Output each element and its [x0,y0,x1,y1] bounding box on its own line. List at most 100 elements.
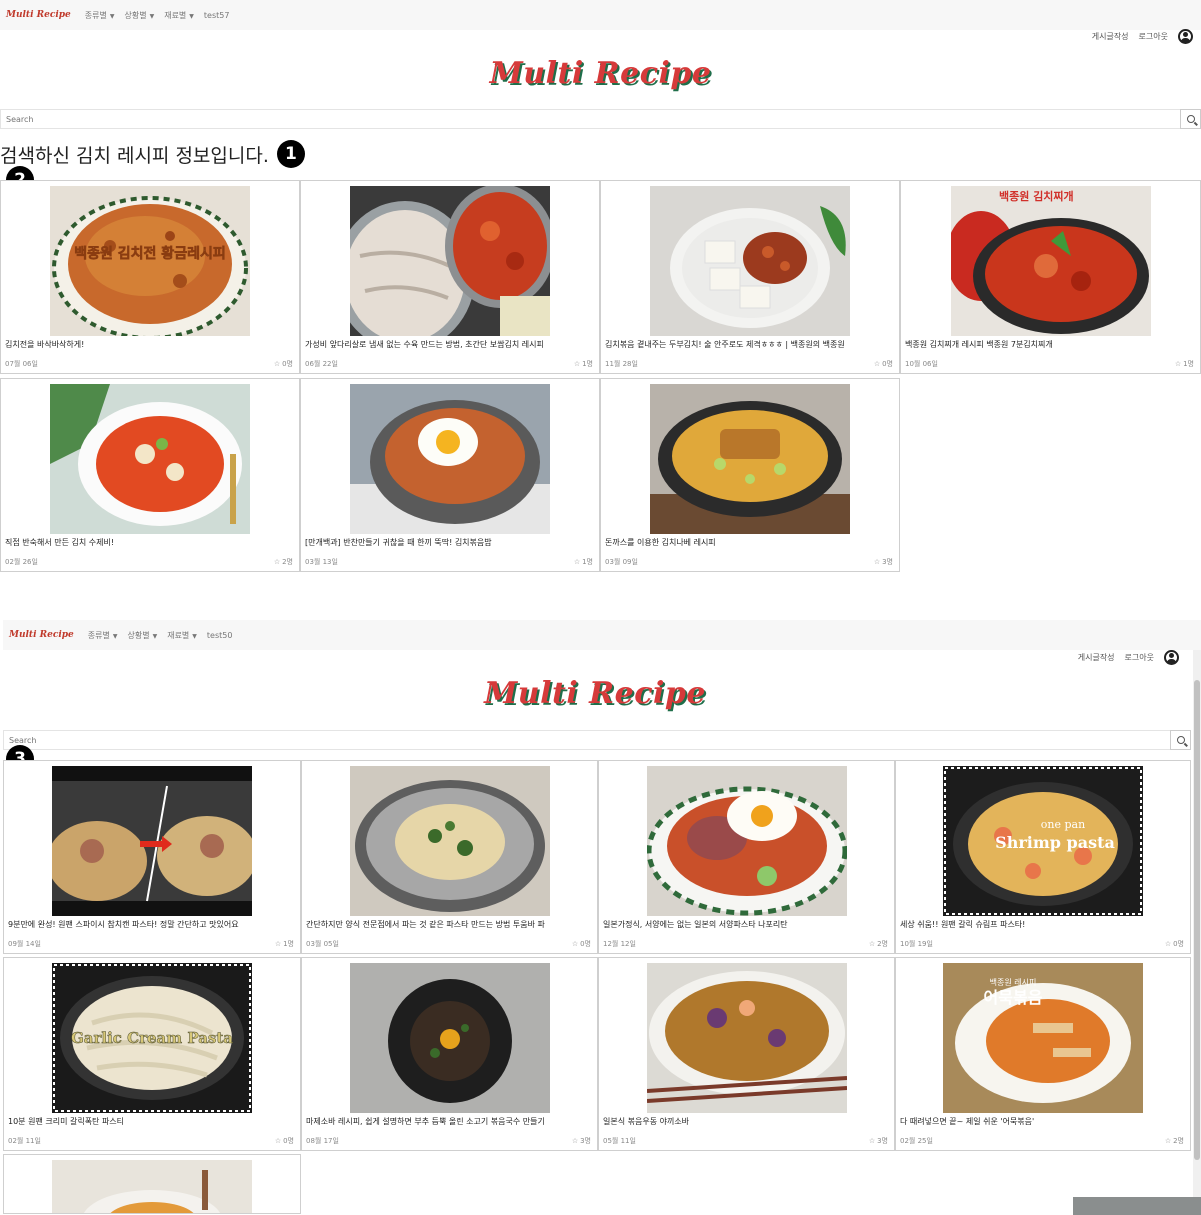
recipe-title[interactable]: 가성비 앞다리살로 냄새 없는 수육 만드는 방법, 초간단 보쌈김치 레시피 [305,339,595,350]
recipe-thumbnail[interactable] [52,1160,252,1213]
recipe-thumbnail[interactable] [646,963,847,1113]
search-input[interactable] [3,730,1170,750]
recipe-thumbnail[interactable] [52,766,252,916]
nav-menu-situation[interactable]: 상황별 ▼ [127,630,157,641]
recipe-title[interactable]: 직접 반숙해서 만든 김치 수제비! [5,537,295,548]
recipe-thumbnail[interactable] [50,384,250,534]
recipe-likes: ☆ 0명 [571,940,591,948]
recipe-card[interactable]: 일본가정식, 서양에는 없는 일본의 서양파스타 나포리탄 12월 12일 ☆ 2… [598,760,895,954]
recipe-title[interactable]: 다 때려넣으면 끝~ 제일 쉬운 '어묵볶음' [900,1116,1186,1127]
nav-menu-type[interactable]: 종류별 ▼ [88,630,118,641]
thumbnail-caption: 백종원 김치찌개 [999,189,1074,203]
recipe-title[interactable]: 세상 쉬움!! 원팬 갈릭 슈림프 파스타! [900,919,1186,930]
recipe-likes: ☆ 3명 [873,558,893,566]
recipe-date: 08월 17일 [306,1137,339,1145]
recipe-card[interactable]: 백종원 김치전 황금레시피 김치전을 바삭바삭하게! 07월 06일 ☆ 0명 [0,180,300,374]
recipe-card[interactable]: 마제소바 레시피, 쉽게 설명하면 부추 듬뿍 올린 소고기 볶음국수 만들기 … [301,957,598,1151]
recipe-likes: ☆ 1명 [274,940,294,948]
recipe-title[interactable]: 돈까스를 이용한 김치나베 레시피 [605,537,895,548]
user-avatar-icon[interactable] [1178,29,1193,44]
recipe-title[interactable]: 간단하지만 양식 전문점에서 파는 것 같은 파스타 만드는 방법 투움바 파 [306,919,593,930]
recipe-card[interactable]: one pan Shrimp pasta 세상 쉬움!! 원팬 갈릭 슈림프 파… [895,760,1191,954]
recipe-thumbnail[interactable] [350,384,550,534]
recipe-title[interactable]: 9분만에 완성! 원팬 스파이시 참치캔 파스타! 정말 간단하고 맛있어요 [8,919,296,930]
recipe-grid: 9분만에 완성! 원팬 스파이시 참치캔 파스타! 정말 간단하고 맛있어요 0… [3,760,1191,1214]
recipe-title[interactable]: 마제소바 레시피, 쉽게 설명하면 부추 듬뿍 올린 소고기 볶음국수 만들기 [306,1116,593,1127]
recipe-thumbnail[interactable]: 백종원 레시피 어묵볶음 [943,963,1143,1113]
nav-username[interactable]: test57 [204,11,230,20]
recipe-card[interactable]: 간단하지만 양식 전문점에서 파는 것 같은 파스타 만드는 방법 투움바 파 … [301,760,598,954]
recipe-card[interactable]: 직접 반숙해서 만든 김치 수제비! 02월 26일 ☆ 2명 [0,378,300,572]
search-icon [1186,115,1195,123]
recipe-card[interactable]: 일본식 볶음우동 야끼소바 05월 11일 ☆ 3명 [598,957,895,1151]
recipe-thumbnail[interactable]: Garlic Cream Pasta [52,963,252,1113]
caret-down-icon: ▼ [149,12,155,20]
recipe-thumbnail[interactable]: 백종원 김치전 황금레시피 [50,186,250,336]
nav-menu-type[interactable]: 종류별 ▼ [85,10,115,21]
recipe-thumbnail[interactable] [349,766,550,916]
recipe-thumbnail[interactable] [349,963,550,1113]
search-button[interactable] [1170,730,1191,750]
recipe-thumbnail[interactable] [350,186,550,336]
result-heading: 검색하신 김치 레시피 정보입니다. 1 [0,140,305,168]
recipe-date: 03월 09일 [605,558,638,566]
recipe-card[interactable]: Garlic Cream Pasta 10분 원팬 크리미 갈릭폭탄 파스티 0… [3,957,301,1151]
nav-username[interactable]: test50 [207,631,233,640]
search-button[interactable] [1180,109,1201,129]
navbar-brand[interactable]: Multi Recipe [6,10,71,20]
recipe-title[interactable]: 일본식 볶음우동 야끼소바 [603,1116,890,1127]
write-post-link[interactable]: 게시글작성 [1078,652,1115,663]
recipe-title[interactable]: 김치볶음 곁내주는 두부김치! 술 안주로도 제격ㅎㅎㅎ | 백종원의 백종원 [605,339,895,350]
site-logo[interactable]: Multi Recipe [0,56,1201,91]
recipe-card[interactable]: 김치볶음 곁내주는 두부김치! 술 안주로도 제격ㅎㅎㅎ | 백종원의 백종원 … [600,180,900,374]
recipe-title[interactable]: 일본가정식, 서양에는 없는 일본의 서양파스타 나포리탄 [603,919,890,930]
caret-down-icon: ▼ [109,12,115,20]
thumbnail-caption: Garlic Cream Pasta [71,1029,233,1047]
recipe-title[interactable]: 김치전을 바삭바삭하게! [5,339,295,350]
recipe-title[interactable]: 10분 원팬 크리미 갈릭폭탄 파스티 [8,1116,296,1127]
recipe-card[interactable]: 가성비 앞다리살로 냄새 없는 수육 만드는 방법, 초간단 보쌈김치 레시피 … [300,180,600,374]
recipe-date: 03월 13일 [305,558,338,566]
caret-down-icon: ▼ [152,632,158,640]
page-scrollbar[interactable] [1193,650,1201,1215]
recipe-thumbnail[interactable]: 백종원 김치찌개 [950,186,1151,336]
logout-link[interactable]: 로그아웃 [1125,652,1154,663]
recipe-card[interactable]: 백종원 레시피 어묵볶음 다 때려넣으면 끝~ 제일 쉬운 '어묵볶음' 02월… [895,957,1191,1151]
recipe-date: 03월 05일 [306,940,339,948]
logout-link[interactable]: 로그아웃 [1139,31,1168,42]
recipe-title[interactable]: [만개백과] 반찬만들기 귀찮을 때 한끼 뚝딱! 김치볶음밥 [305,537,595,548]
scrollbar-thumb[interactable] [1194,680,1200,1160]
recipe-card[interactable] [3,1154,301,1214]
recipe-date: 09월 14일 [8,940,41,948]
recipe-photo [52,1160,252,1213]
recipe-card[interactable]: [만개백과] 반찬만들기 귀찮을 때 한끼 뚝딱! 김치볶음밥 03월 13일 … [300,378,600,572]
write-post-link[interactable]: 게시글작성 [1092,31,1129,42]
thumbnail-caption: 백종원 레시피 [990,977,1037,987]
recipe-date: 02월 25일 [900,1137,933,1145]
recipe-photo [350,384,550,534]
recipe-card[interactable]: 9분만에 완성! 원팬 스파이시 참치캔 파스타! 정말 간단하고 맛있어요 0… [3,760,301,954]
recipe-card[interactable]: 백종원 김치찌개 백종원 김치찌개 레시피 백종원 7분김치찌개 10월 06일… [900,180,1201,374]
recipe-photo [646,963,847,1113]
recipe-date: 02월 26일 [5,558,38,566]
star-icon: ☆ [274,1137,282,1145]
search-bar [3,730,1191,750]
recipe-photo [650,186,850,336]
recipe-title[interactable]: 백종원 김치찌개 레시피 백종원 7분김치찌개 [905,339,1196,350]
nav-menu-situation[interactable]: 상황별 ▼ [124,10,154,21]
search-input[interactable] [0,109,1180,129]
star-icon: ☆ [873,558,881,566]
site-logo[interactable]: Multi Recipe [3,676,1187,711]
recipe-thumbnail[interactable]: one pan Shrimp pasta [943,766,1143,916]
user-avatar-icon[interactable] [1164,650,1179,665]
recipe-thumbnail[interactable] [650,384,850,534]
recipe-thumbnail[interactable] [650,186,850,336]
nav-menu-ingredient[interactable]: 재료별 ▼ [167,630,197,641]
recipe-card[interactable]: 돈까스를 이용한 김치나베 레시피 03월 09일 ☆ 3명 [600,378,900,572]
recipe-likes: ☆ 1명 [573,558,593,566]
navbar-brand[interactable]: Multi Recipe [9,630,74,640]
recipe-thumbnail[interactable] [646,766,847,916]
recipe-photo [650,384,850,534]
nav-menu-ingredient[interactable]: 재료별 ▼ [164,10,194,21]
recipe-photo: 백종원 김치찌개 [950,186,1151,336]
